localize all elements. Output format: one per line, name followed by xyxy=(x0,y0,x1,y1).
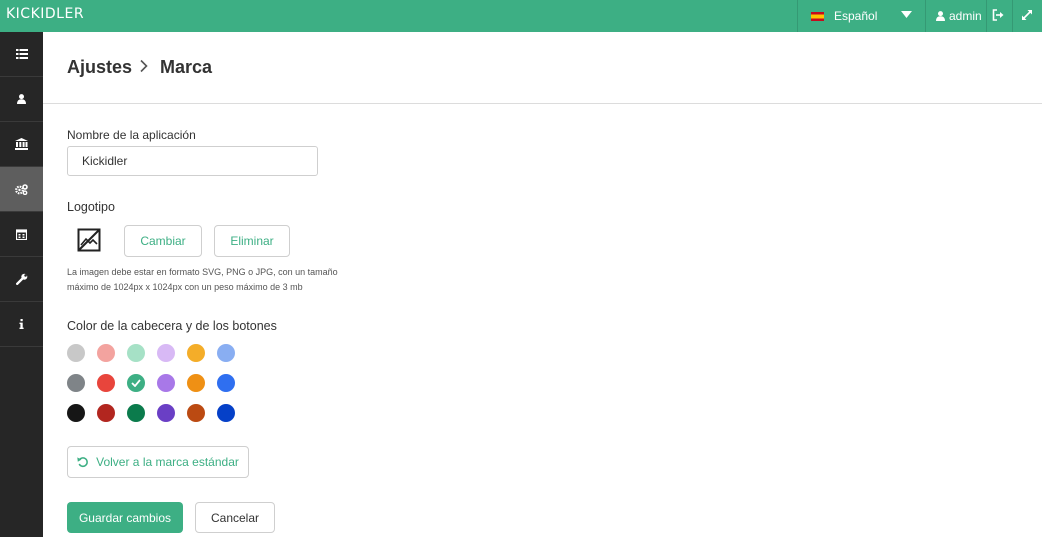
color-swatch[interactable] xyxy=(67,374,85,392)
color-swatch[interactable] xyxy=(67,404,85,422)
color-swatch[interactable] xyxy=(157,344,175,362)
color-swatch[interactable] xyxy=(217,344,235,362)
topbar-divider xyxy=(797,0,798,32)
bank-icon xyxy=(15,138,28,150)
change-logo-button[interactable]: Cambiar xyxy=(124,225,202,257)
fullscreen-icon[interactable] xyxy=(1021,9,1033,21)
app-logo[interactable]: KICKIDLER xyxy=(6,6,84,22)
color-swatch[interactable] xyxy=(157,374,175,392)
user-name: admin xyxy=(949,9,982,23)
user-icon xyxy=(17,94,26,104)
color-swatch[interactable] xyxy=(97,344,115,362)
topbar-divider xyxy=(1012,0,1013,32)
gears-icon xyxy=(15,183,28,195)
color-swatch[interactable] xyxy=(97,404,115,422)
app-name-input[interactable] xyxy=(67,146,318,176)
sidebar-item-calendar[interactable] xyxy=(0,212,43,257)
sidebar-item-list[interactable] xyxy=(0,32,43,77)
logout-icon[interactable] xyxy=(992,9,1004,21)
reset-brand-button[interactable]: Volver a la marca estándar xyxy=(67,446,249,478)
language-label: Español xyxy=(834,9,878,23)
cancel-button[interactable]: Cancelar xyxy=(195,502,275,533)
save-button[interactable]: Guardar cambios xyxy=(67,502,183,533)
logo-label: Logotipo xyxy=(67,200,115,214)
language-selector[interactable]: Español xyxy=(811,0,877,32)
breadcrumb: Ajustes Marca xyxy=(43,32,1042,104)
checkmark-icon xyxy=(131,379,141,387)
calendar-icon xyxy=(16,228,27,240)
chevron-down-icon[interactable] xyxy=(901,11,912,19)
topbar-divider xyxy=(986,0,987,32)
topbar-divider xyxy=(925,0,926,32)
spain-flag-icon xyxy=(811,11,824,21)
sidebar-item-info[interactable] xyxy=(0,302,43,347)
breadcrumb-parent[interactable]: Ajustes xyxy=(67,57,132,78)
color-swatch[interactable] xyxy=(127,344,145,362)
color-swatch[interactable] xyxy=(157,404,175,422)
color-label: Color de la cabecera y de los botones xyxy=(67,319,277,333)
color-swatch[interactable] xyxy=(127,404,145,422)
no-image-icon xyxy=(77,228,101,252)
color-swatch[interactable] xyxy=(187,344,205,362)
color-swatch[interactable] xyxy=(187,374,205,392)
sidebar-item-organization[interactable] xyxy=(0,122,43,167)
color-swatch[interactable] xyxy=(217,404,235,422)
wrench-icon xyxy=(15,273,27,285)
page-title: Marca xyxy=(160,57,213,77)
list-icon xyxy=(15,49,28,59)
sidebar-item-settings[interactable] xyxy=(0,167,43,212)
color-swatch[interactable] xyxy=(127,374,145,392)
chevron-right-icon xyxy=(140,59,148,73)
user-menu[interactable]: admin xyxy=(936,0,982,32)
remove-logo-button[interactable]: Eliminar xyxy=(214,225,290,257)
color-swatch[interactable] xyxy=(217,374,235,392)
color-swatch[interactable] xyxy=(187,404,205,422)
top-bar: KICKIDLER Español admin xyxy=(0,0,1042,32)
color-swatch[interactable] xyxy=(97,374,115,392)
app-name-label: Nombre de la aplicación xyxy=(67,128,196,142)
sidebar xyxy=(0,32,43,537)
color-swatch[interactable] xyxy=(67,344,85,362)
undo-icon xyxy=(77,457,89,468)
logo-hint-line2: máximo de 1024px x 1024px con un peso má… xyxy=(67,282,303,292)
info-icon xyxy=(19,319,24,329)
sidebar-item-users[interactable] xyxy=(0,77,43,122)
reset-brand-label: Volver a la marca estándar xyxy=(96,455,239,469)
sidebar-item-tools[interactable] xyxy=(0,257,43,302)
user-icon xyxy=(936,11,945,21)
logo-hint-line1: La imagen debe estar en formato SVG, PNG… xyxy=(67,267,338,277)
